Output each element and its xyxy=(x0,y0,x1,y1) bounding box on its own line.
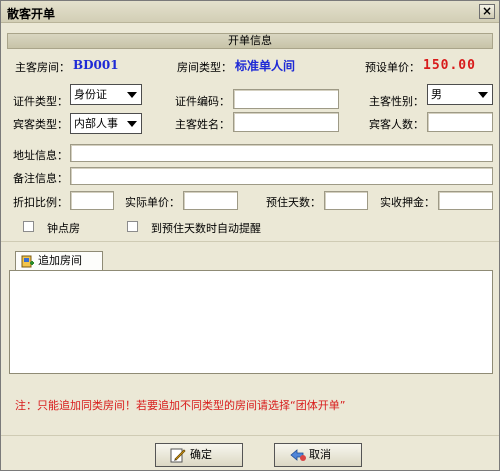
actual-price-field[interactable] xyxy=(183,191,238,210)
id-number-field[interactable] xyxy=(233,89,339,109)
discount-label: 折扣比例： xyxy=(13,196,68,209)
room-value: BD001 xyxy=(73,58,119,72)
id-type-select[interactable]: 身份证 xyxy=(70,84,142,105)
room-type-label: 房间类型： xyxy=(177,61,232,74)
room-label: 主客房间： xyxy=(15,61,70,74)
tab-add-room[interactable]: 追加房间 xyxy=(15,251,103,271)
id-type-label: 证件类型： xyxy=(13,95,68,108)
remark-label: 备注信息： xyxy=(13,172,68,185)
tab-add-room-label: 追加房间 xyxy=(38,254,82,267)
guest-checkin-window: 散客开单 × 开单信息 主客房间： BD001 房间类型： 标准单人间 预设单价… xyxy=(0,0,500,471)
section-header: 开单信息 xyxy=(7,33,493,49)
guest-type-label: 宾客类型： xyxy=(13,118,68,131)
hourly-room-checkbox[interactable] xyxy=(23,221,34,232)
actual-price-label: 实际单价： xyxy=(125,196,180,209)
room-type-value: 标准单人间 xyxy=(235,59,296,73)
hourly-room-label: 钟点房 xyxy=(47,222,80,235)
deposit-field[interactable] xyxy=(438,191,493,210)
gender-label: 主客性别： xyxy=(369,95,424,108)
pencil-icon xyxy=(170,447,186,471)
stay-days-label: 预住天数： xyxy=(266,196,321,209)
guest-count-field[interactable] xyxy=(427,112,493,132)
address-field[interactable] xyxy=(70,144,493,162)
ok-button[interactable]: 确定 xyxy=(155,443,243,467)
close-button[interactable]: × xyxy=(479,4,495,19)
ok-button-label: 确定 xyxy=(190,448,212,461)
add-room-panel xyxy=(9,270,493,374)
deposit-label: 实收押金： xyxy=(380,196,435,209)
guest-count-label: 宾客人数： xyxy=(369,118,424,131)
remark-field[interactable] xyxy=(70,167,493,185)
guest-name-field[interactable] xyxy=(233,112,339,132)
id-number-label: 证件编码： xyxy=(175,95,230,108)
address-label: 地址信息： xyxy=(13,149,68,162)
preset-price-value: 150.00 xyxy=(423,58,476,73)
preset-price-label: 预设单价： xyxy=(365,61,420,74)
auto-remind-label: 到预住天数时自动提醒 xyxy=(151,222,261,235)
window-title: 散客开单 xyxy=(7,7,56,21)
cancel-button[interactable]: 取消 xyxy=(274,443,362,467)
gender-value: 男 xyxy=(431,88,442,101)
cancel-button-label: 取消 xyxy=(309,448,331,461)
discount-field[interactable] xyxy=(70,191,114,210)
stay-days-field[interactable] xyxy=(324,191,368,210)
chevron-down-icon xyxy=(127,92,137,98)
guest-type-select[interactable]: 内部人事 xyxy=(70,113,142,134)
close-icon: × xyxy=(481,4,493,18)
cancel-icon xyxy=(289,447,307,471)
divider xyxy=(1,241,499,242)
gender-select[interactable]: 男 xyxy=(427,84,493,105)
id-type-value: 身份证 xyxy=(74,88,107,101)
notice-text: 注：只能追加同类房间！若要追加不同类型的房间请选择“团体开单” xyxy=(15,399,346,412)
auto-remind-checkbox[interactable] xyxy=(127,221,138,232)
title-bar: 散客开单 × xyxy=(1,1,499,23)
guest-name-label: 主客姓名： xyxy=(175,118,230,131)
chevron-down-icon xyxy=(478,92,488,98)
divider xyxy=(1,435,499,436)
guest-type-value: 内部人事 xyxy=(74,117,118,130)
chevron-down-icon xyxy=(127,121,137,127)
